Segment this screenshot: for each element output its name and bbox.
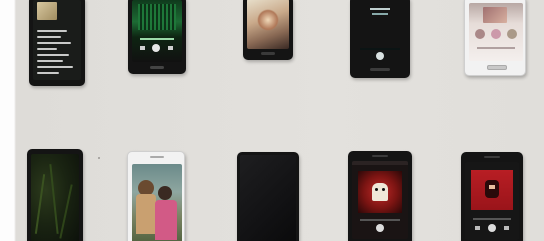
phone-1-screen	[33, 0, 81, 80]
phone-3	[243, 0, 293, 60]
phone-7	[127, 151, 185, 241]
phone-6-screen	[31, 154, 79, 241]
phone-7-screen	[132, 164, 182, 241]
phone-5	[464, 0, 526, 76]
phone-1	[29, 0, 85, 86]
phone-5-screen	[469, 3, 523, 61]
phone-6	[27, 149, 83, 241]
wall-speck	[98, 157, 100, 159]
phone-2	[128, 0, 186, 74]
phone-4	[350, 0, 410, 78]
phone-2-screen	[132, 0, 182, 62]
phone-9-screen	[352, 161, 408, 239]
phone-4-screen	[354, 0, 406, 64]
phone-3-screen	[247, 0, 289, 49]
phone-9	[348, 151, 412, 241]
phone-8-screen	[240, 155, 296, 241]
wall-background	[0, 0, 544, 241]
phone-8	[237, 152, 299, 241]
phone-10	[461, 152, 523, 241]
phone-10-screen	[465, 162, 519, 240]
